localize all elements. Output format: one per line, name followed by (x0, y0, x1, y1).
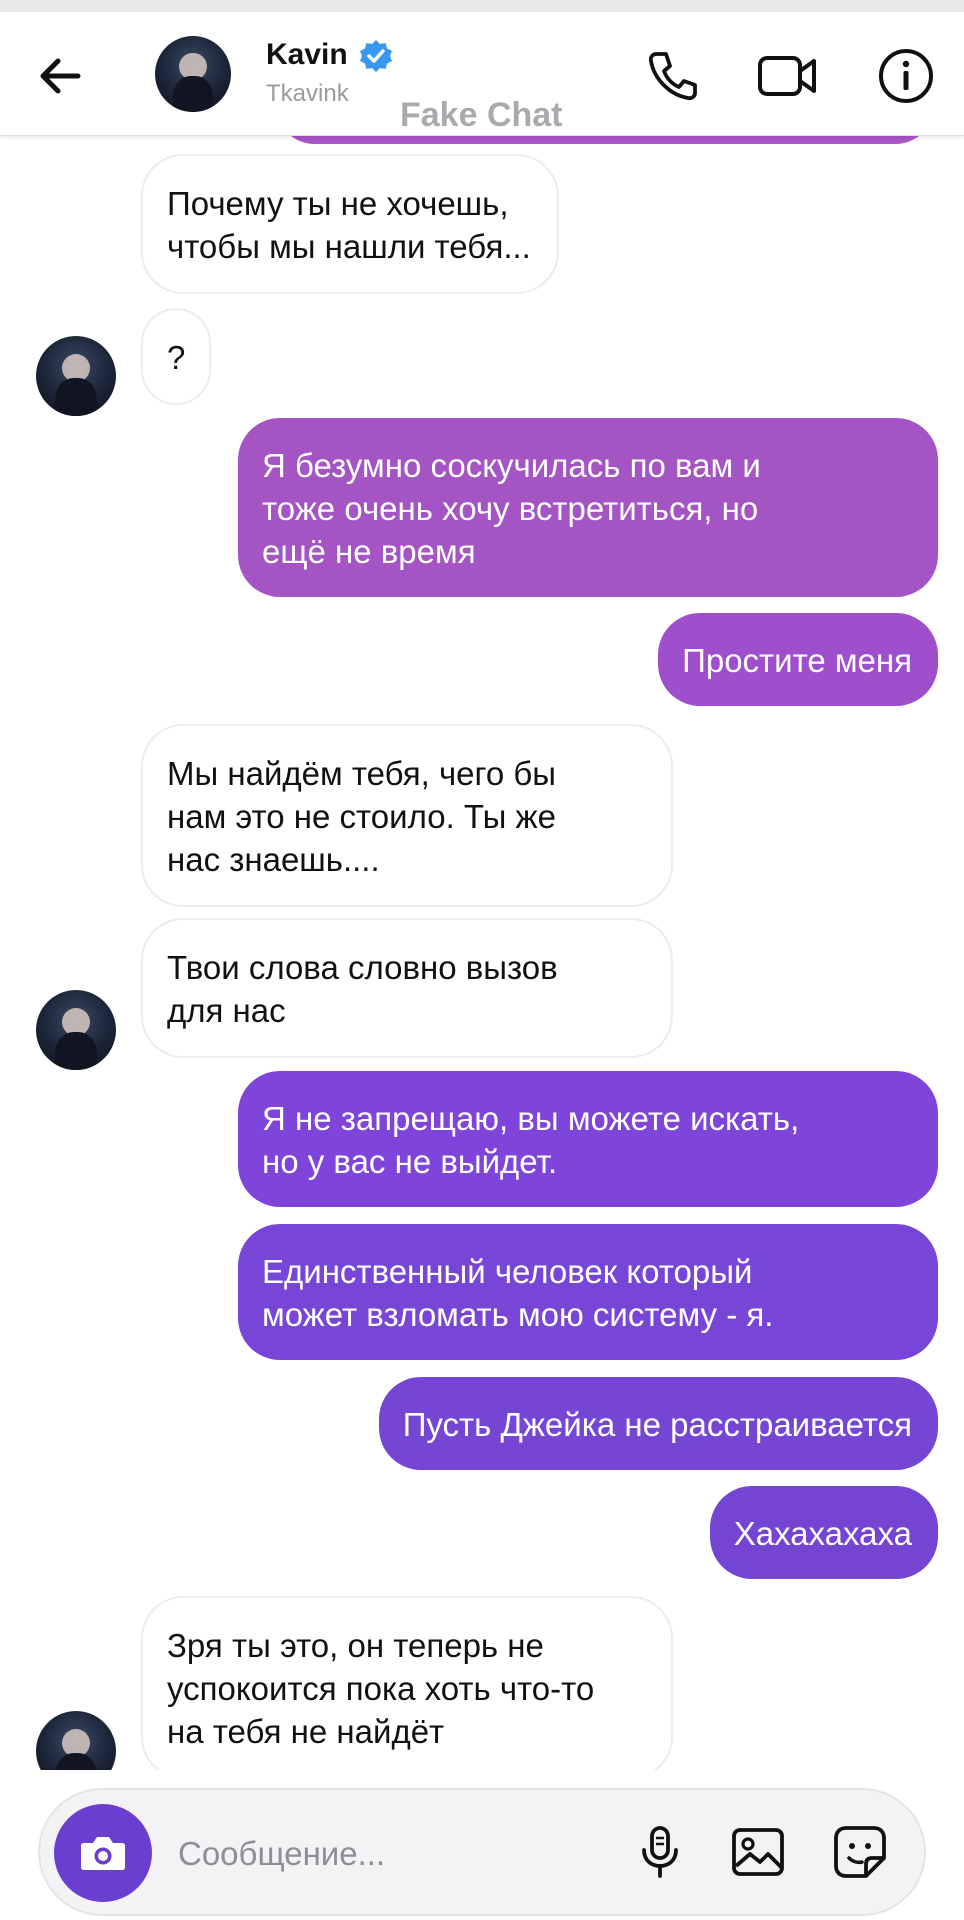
incoming-message-bubble: Зря ты это, он теперь не успокоится пока… (141, 1596, 673, 1770)
camera-icon (81, 1837, 125, 1870)
back-arrow-icon (40, 58, 81, 94)
sticker-icon (834, 1826, 886, 1878)
sender-avatar[interactable] (36, 1711, 116, 1770)
outgoing-message-bubble: Простите меня (658, 613, 938, 706)
outgoing-message-bubble: Хахахахаха (709, 1486, 938, 1579)
outgoing-message-bubble: Я безумно соскучилась по вам и тоже очен… (238, 418, 938, 597)
camera-button[interactable] (54, 1804, 152, 1902)
contact-name[interactable]: Kavin (266, 38, 348, 72)
video-camera-icon (758, 56, 816, 96)
contact-avatar[interactable] (155, 36, 231, 112)
outgoing-message-bubble: Пусть Джейка не расстраивается (378, 1377, 938, 1470)
outgoing-message-bubble-partial (275, 136, 935, 144)
contact-username: Tkavink (266, 80, 349, 107)
incoming-message-bubble: Твои слова словно вызов для нас (141, 918, 673, 1058)
phone-icon (648, 52, 697, 101)
call-button[interactable] (642, 46, 702, 106)
incoming-message-bubble: ? (141, 308, 212, 405)
message-composer (38, 1788, 926, 1916)
sender-avatar[interactable] (36, 336, 116, 416)
message-list[interactable]: Почему ты не хочешь, чтобы мы нашли тебя… (0, 136, 964, 1770)
incoming-message-bubble: Почему ты не хочешь, чтобы мы нашли тебя… (141, 154, 559, 294)
info-button[interactable] (876, 46, 936, 106)
info-icon (879, 49, 933, 103)
image-icon (732, 1828, 784, 1876)
chat-header: Kavin Tkavink Fake Chat (0, 12, 964, 136)
video-call-button[interactable] (756, 46, 816, 106)
outgoing-message-bubble: Я не запрещаю, вы можете искать, но у ва… (238, 1071, 938, 1207)
message-input[interactable] (178, 1830, 618, 1878)
back-button[interactable] (32, 48, 88, 104)
verified-badge-icon (360, 40, 392, 72)
watermark: Fake Chat (400, 96, 563, 134)
voice-message-button[interactable] (630, 1822, 690, 1882)
status-bar (0, 0, 964, 12)
microphone-icon (642, 1826, 678, 1878)
incoming-message-bubble: Мы найдём тебя, чего бы нам это не стоил… (141, 724, 673, 907)
sender-avatar[interactable] (36, 990, 116, 1070)
outgoing-message-bubble: Единственный человек который может взлом… (238, 1224, 938, 1360)
sticker-button[interactable] (830, 1822, 890, 1882)
gallery-button[interactable] (728, 1822, 788, 1882)
